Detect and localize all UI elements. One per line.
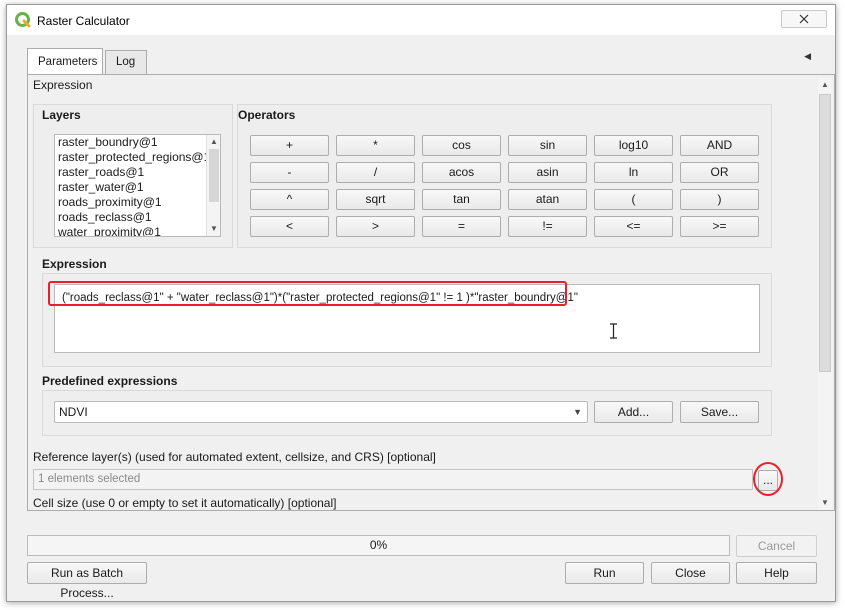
op-less-equal-button[interactable]: <= [594, 216, 673, 237]
list-item[interactable]: raster_roads@1 [55, 165, 220, 180]
progress-text: 0% [369, 538, 388, 552]
expression-parameter-label: Expression [33, 78, 93, 92]
close-icon [799, 14, 809, 24]
op-not-equal-button[interactable]: != [508, 216, 587, 237]
op-sqrt-button[interactable]: sqrt [336, 189, 415, 210]
raster-calculator-dialog: Raster Calculator Parameters Log ◀ ▲ ▼ E… [6, 4, 836, 602]
op-power-button[interactable]: ^ [250, 189, 329, 210]
op-log10-button[interactable]: log10 [594, 135, 673, 156]
operators-label: Operators [238, 108, 296, 122]
list-item[interactable]: roads_reclass@1 [55, 210, 220, 225]
scrollbar-thumb[interactable] [819, 94, 831, 372]
save-expression-button[interactable]: Save... [680, 401, 759, 423]
predefined-expression-select[interactable]: NDVI ▼ [54, 401, 588, 423]
list-item[interactable]: raster_boundry@1 [55, 135, 220, 150]
layers-list[interactable]: raster_boundry@1 raster_protected_region… [54, 134, 221, 237]
scroll-down-icon[interactable]: ▼ [818, 496, 832, 510]
tab-log[interactable]: Log [105, 50, 147, 74]
predefined-selected-value: NDVI [59, 405, 88, 419]
window-title: Raster Calculator [37, 14, 130, 28]
close-window-button[interactable] [781, 10, 827, 28]
op-divide-button[interactable]: / [336, 162, 415, 183]
op-close-paren-button[interactable]: ) [680, 189, 759, 210]
layers-label: Layers [42, 108, 81, 122]
scroll-down-icon[interactable]: ▼ [207, 222, 220, 236]
op-equal-button[interactable]: = [422, 216, 501, 237]
cell-size-label: Cell size (use 0 or empty to set it auto… [33, 496, 337, 510]
scroll-up-icon[interactable]: ▲ [818, 78, 832, 92]
chevron-down-icon: ▼ [573, 407, 582, 417]
reference-layers-label: Reference layer(s) (used for automated e… [33, 450, 436, 464]
run-batch-button[interactable]: Run as Batch Process... [27, 562, 147, 600]
op-atan-button[interactable]: atan [508, 189, 587, 210]
expression-highlight [48, 281, 567, 306]
list-item[interactable]: raster_water@1 [55, 180, 220, 195]
predefined-expressions-label: Predefined expressions [42, 374, 178, 388]
panel-scrollbar[interactable]: ▲ ▼ [818, 78, 832, 510]
scrollbar-thumb[interactable] [209, 149, 219, 202]
title-bar: Raster Calculator [7, 5, 835, 35]
op-plus-button[interactable]: + [250, 135, 329, 156]
progress-bar: 0% [27, 535, 730, 556]
op-sin-button[interactable]: sin [508, 135, 587, 156]
run-button[interactable]: Run [565, 562, 644, 584]
op-greater-button[interactable]: > [336, 216, 415, 237]
op-tan-button[interactable]: tan [422, 189, 501, 210]
reference-layers-field: 1 elements selected [33, 469, 753, 490]
op-open-paren-button[interactable]: ( [594, 189, 673, 210]
collapse-panel-icon[interactable]: ◀ [804, 51, 811, 62]
scroll-up-icon[interactable]: ▲ [207, 135, 220, 149]
help-button[interactable]: Help [736, 562, 817, 584]
add-expression-button[interactable]: Add... [594, 401, 673, 423]
browse-highlight-circle [753, 462, 783, 496]
op-greater-equal-button[interactable]: >= [680, 216, 759, 237]
list-item[interactable]: roads_proximity@1 [55, 195, 220, 210]
expression-label: Expression [42, 257, 107, 271]
op-and-button[interactable]: AND [680, 135, 759, 156]
list-item[interactable]: raster_protected_regions@1 [55, 150, 220, 165]
cancel-button[interactable]: Cancel [736, 535, 817, 557]
op-acos-button[interactable]: acos [422, 162, 501, 183]
qgis-logo-icon [15, 12, 31, 28]
op-asin-button[interactable]: asin [508, 162, 587, 183]
op-ln-button[interactable]: ln [594, 162, 673, 183]
close-button[interactable]: Close [651, 562, 730, 584]
text-cursor-icon [610, 323, 617, 339]
op-multiply-button[interactable]: * [336, 135, 415, 156]
op-or-button[interactable]: OR [680, 162, 759, 183]
op-less-button[interactable]: < [250, 216, 329, 237]
tab-parameters[interactable]: Parameters [27, 48, 103, 74]
op-cos-button[interactable]: cos [422, 135, 501, 156]
layers-scrollbar[interactable]: ▲ ▼ [206, 135, 220, 236]
op-minus-button[interactable]: - [250, 162, 329, 183]
list-item[interactable]: water_proximity@1 [55, 225, 220, 236]
